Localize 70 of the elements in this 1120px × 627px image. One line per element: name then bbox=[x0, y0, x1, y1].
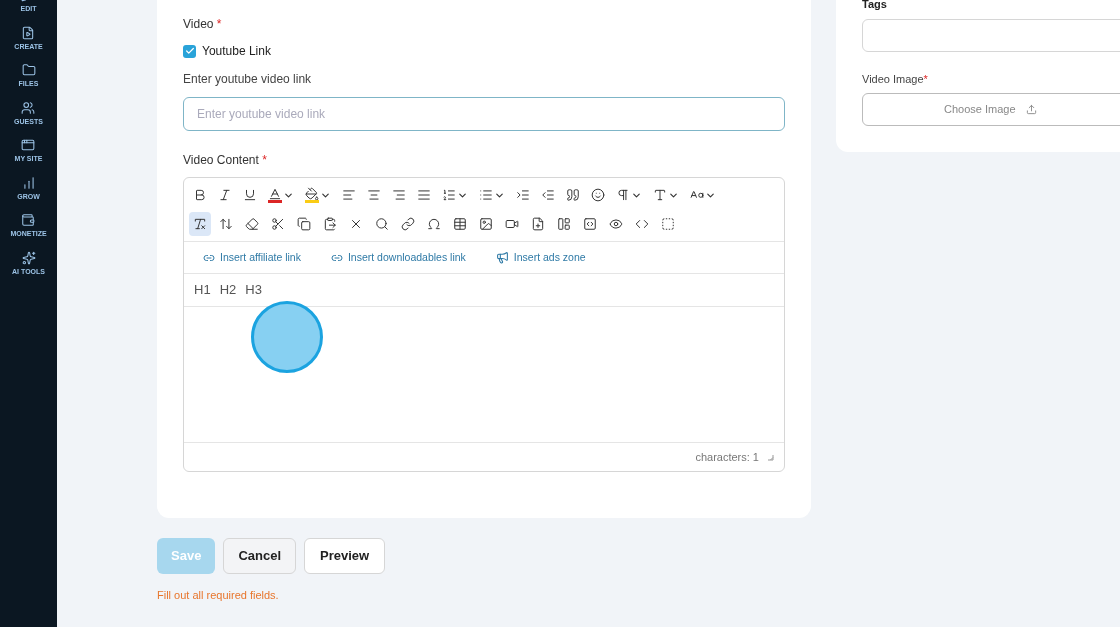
align-left-icon bbox=[342, 188, 356, 202]
image-icon bbox=[479, 217, 493, 231]
search-icon bbox=[375, 217, 389, 231]
eraser-icon bbox=[245, 217, 259, 231]
emoji-icon bbox=[591, 188, 605, 202]
layout-icon bbox=[557, 217, 571, 231]
italic-icon bbox=[218, 188, 232, 202]
outdent-icon bbox=[541, 188, 555, 202]
clear-format-icon bbox=[193, 217, 207, 231]
text-style-icon bbox=[653, 188, 667, 202]
underline-icon bbox=[243, 188, 257, 202]
input-field[interactable]: Enter youtube video link bbox=[183, 97, 785, 131]
preview-button[interactable]: Preview bbox=[304, 538, 386, 574]
megaphone-icon bbox=[495, 251, 509, 264]
tags-field[interactable] bbox=[862, 18, 1120, 52]
align-justify-icon bbox=[417, 188, 431, 202]
nav-icon bbox=[21, 175, 36, 190]
error-message: Fill out all required fields. bbox=[157, 588, 280, 603]
close-icon bbox=[349, 217, 363, 231]
select-all-icon bbox=[661, 217, 675, 231]
resize-handle-icon bbox=[767, 453, 774, 461]
heading-button[interactable]: H2 bbox=[219, 280, 237, 300]
character-counter: characters: 1 bbox=[695, 449, 759, 465]
copy-icon bbox=[297, 217, 311, 231]
paragraph-icon bbox=[616, 188, 630, 202]
nav-icon bbox=[21, 25, 36, 40]
insert-link[interactable]: Insert ads zone bbox=[495, 249, 586, 266]
preview-icon bbox=[609, 217, 623, 231]
nav-icon bbox=[21, 138, 36, 152]
nav-icon bbox=[21, 213, 36, 227]
field-label: Video * bbox=[183, 16, 223, 33]
insert-link[interactable]: Insert affiliate link bbox=[203, 249, 301, 266]
paste-icon bbox=[323, 217, 337, 231]
heading-button[interactable]: H1 bbox=[194, 280, 211, 300]
file-plus-icon bbox=[531, 217, 545, 231]
upload-icon bbox=[1025, 104, 1037, 115]
nav-icon bbox=[21, 63, 36, 77]
indent-icon bbox=[516, 188, 530, 202]
nav-icon bbox=[21, 250, 36, 265]
color-bar-icon bbox=[305, 200, 319, 203]
link-icon bbox=[401, 217, 415, 231]
bullet-list-icon bbox=[479, 188, 493, 202]
field-label: Enter youtube video link bbox=[183, 71, 313, 88]
bold-icon bbox=[193, 188, 207, 202]
insert-link[interactable]: Insert downloadables link bbox=[330, 249, 466, 266]
checkbox-label: Youtube Link bbox=[202, 43, 271, 60]
highlight-icon bbox=[305, 187, 319, 201]
toolbar-button[interactable] bbox=[189, 212, 211, 236]
checkbox[interactable] bbox=[183, 44, 196, 58]
nav-icon bbox=[21, 100, 36, 115]
font-color-icon bbox=[268, 187, 282, 201]
ordered-list-icon bbox=[442, 188, 456, 202]
field-label: Video Content * bbox=[183, 152, 268, 169]
table-icon bbox=[453, 217, 467, 231]
cut-icon bbox=[271, 217, 285, 231]
line-height-icon bbox=[219, 217, 233, 231]
color-bar-icon bbox=[268, 200, 282, 203]
video-icon bbox=[505, 217, 519, 231]
choose-image-button[interactable]: Choose Image bbox=[862, 93, 1120, 126]
code-block-icon bbox=[583, 217, 597, 231]
field-label: Tags bbox=[862, 0, 888, 12]
check-icon bbox=[184, 46, 195, 56]
field-label: Video Image* bbox=[862, 71, 929, 87]
align-right-icon bbox=[392, 188, 406, 202]
omega-icon bbox=[427, 217, 441, 231]
code-icon bbox=[635, 217, 649, 231]
heading-button[interactable]: H3 bbox=[245, 280, 262, 300]
cancel-button[interactable]: Cancel bbox=[223, 538, 296, 574]
align-center-icon bbox=[367, 188, 381, 202]
quote-icon bbox=[566, 188, 580, 202]
